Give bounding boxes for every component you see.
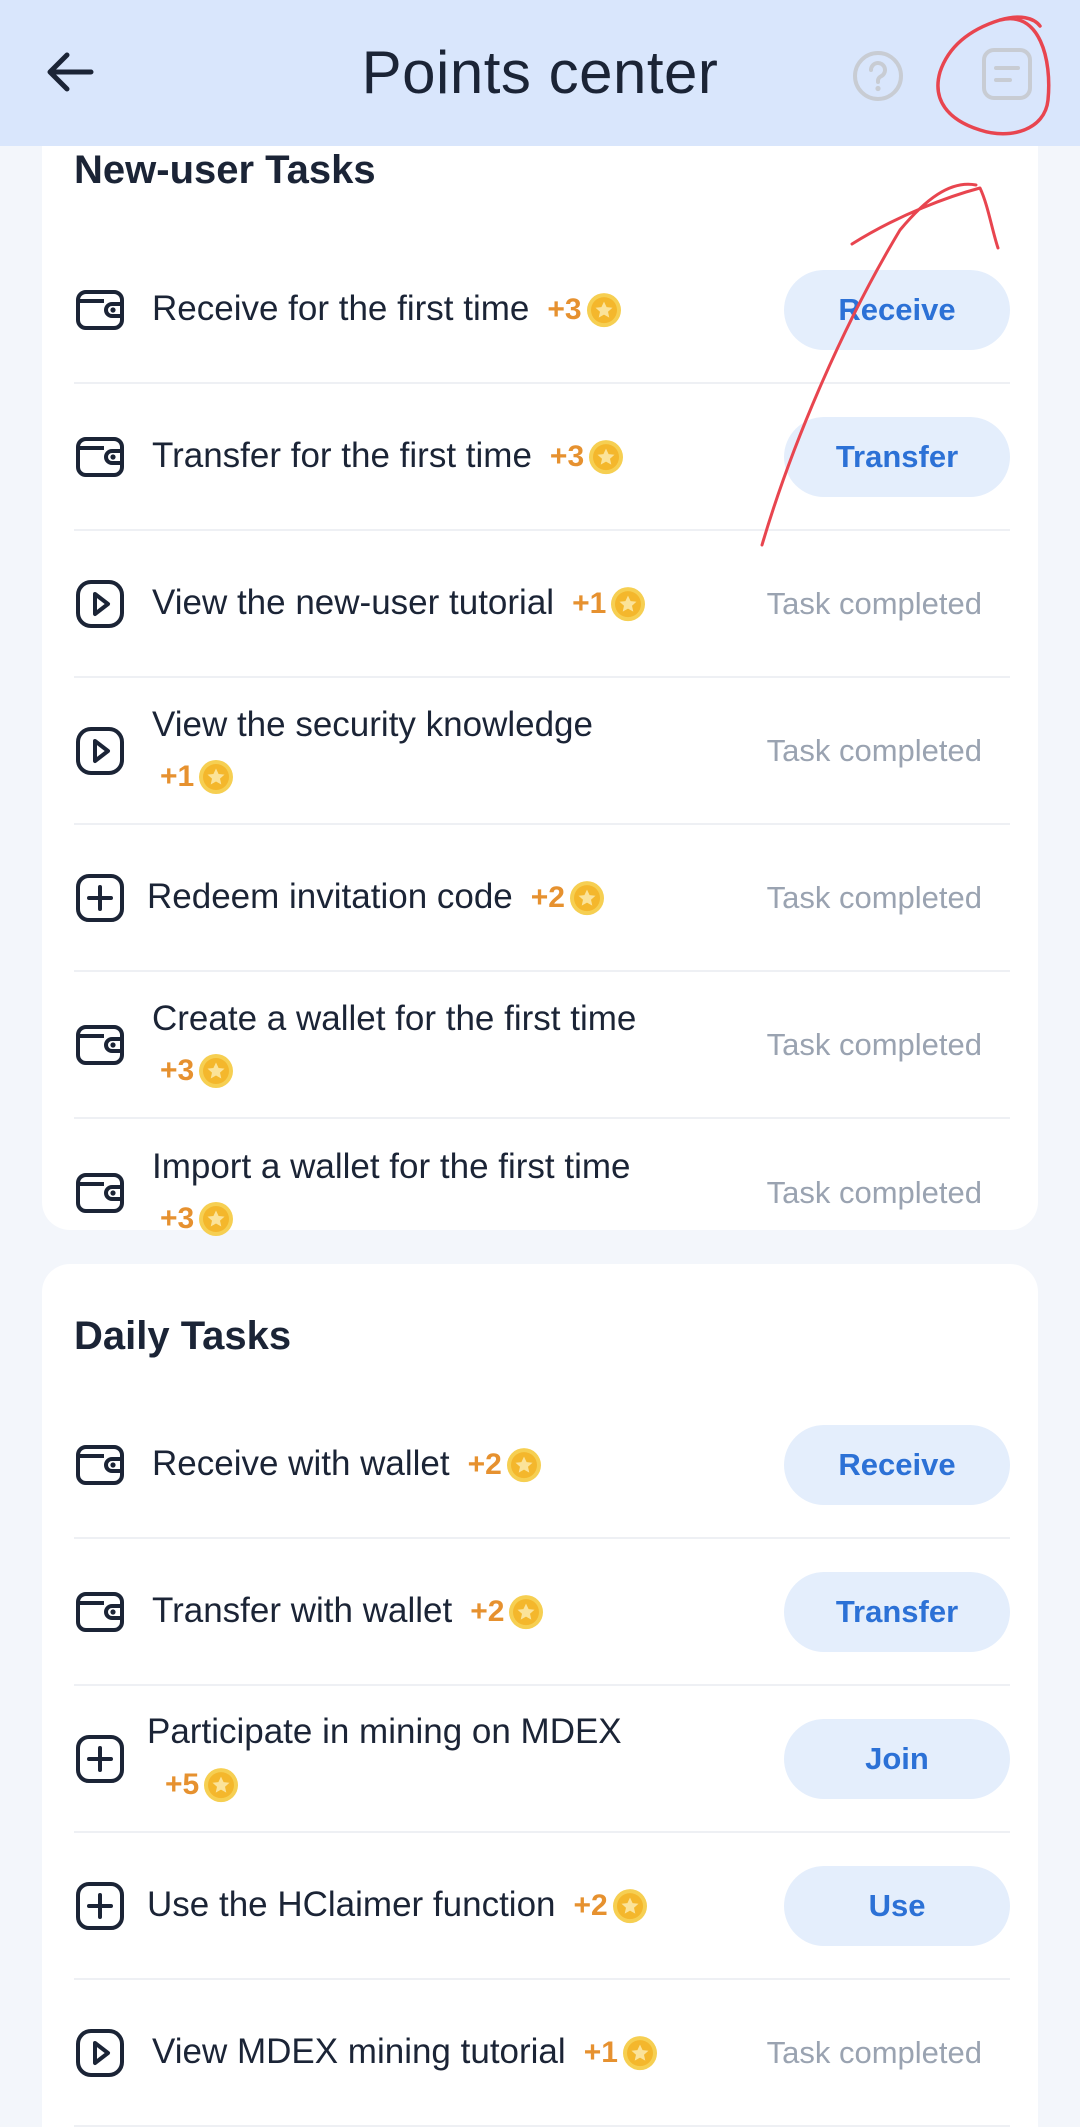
records-icon (982, 48, 1032, 100)
coin-star-icon (203, 1767, 239, 1803)
coin-star-icon (198, 759, 234, 795)
wallet-icon (74, 1167, 126, 1219)
points-badge: +1 (572, 578, 646, 630)
join-button[interactable]: Join (784, 1718, 1010, 1799)
wallet-icon (74, 1586, 126, 1638)
task-label: Participate in mining on MDEX +5 (147, 1706, 707, 1812)
task-row-receive-first: Receive for the first time +3 Receive (74, 237, 1010, 384)
coin-star-icon (586, 292, 622, 328)
daily-tasks-card: Daily Tasks Receive with wallet +2 Receiv… (42, 1264, 1038, 2127)
task-row-transfer-first: Transfer for the first time +3 Transfer (74, 384, 1010, 531)
task-label: Receive for the first time +3 (152, 283, 712, 337)
play-icon (74, 578, 126, 630)
task-row-receive-wallet: Receive with wallet +2 Receive (74, 1392, 1010, 1539)
task-row-redeem-invitation: Redeem invitation code +2 Task completed (74, 825, 1010, 972)
task-row-mdex-mining: Participate in mining on MDEX +5 Join (74, 1686, 1010, 1833)
new-user-tasks-card: New-user Tasks Receive for the first tim… (42, 110, 1038, 1230)
points-badge: +2 (468, 1439, 542, 1491)
receive-button[interactable]: Receive (784, 269, 1010, 350)
points-badge: +2 (574, 1880, 648, 1932)
plus-icon (74, 1733, 126, 1785)
app-header: Points center (0, 0, 1080, 146)
task-completed-status: Task completed (766, 585, 982, 621)
section-title-new-user: New-user Tasks (74, 148, 376, 192)
task-label: Use the HClaimer function +2 (147, 1879, 707, 1933)
play-icon (74, 2027, 126, 2079)
points-badge: +1 (160, 751, 234, 803)
help-icon (853, 51, 903, 101)
help-button[interactable] (852, 50, 904, 102)
transfer-button[interactable]: Transfer (784, 1571, 1010, 1652)
task-label: Transfer for the first time +3 (152, 430, 712, 484)
coin-star-icon (506, 1447, 542, 1483)
task-label: View MDEX mining tutorial +1 (152, 2026, 712, 2080)
receive-button[interactable]: Receive (784, 1424, 1010, 1505)
wallet-icon (74, 1439, 126, 1491)
coin-star-icon (569, 880, 605, 916)
wallet-icon (74, 431, 126, 483)
points-badge: +1 (584, 2027, 658, 2079)
coin-star-icon (588, 439, 624, 475)
task-row-new-user-tutorial: View the new-user tutorial +1 Task comple… (74, 531, 1010, 678)
coin-star-icon (508, 1594, 544, 1630)
points-badge: +3 (550, 431, 624, 483)
task-completed-status: Task completed (766, 2034, 982, 2070)
records-button[interactable] (980, 46, 1034, 102)
task-row-transfer-wallet: Transfer with wallet +2 Transfer (74, 1539, 1010, 1686)
play-icon (74, 725, 126, 777)
page-title: Points center (361, 39, 719, 106)
points-badge: +3 (160, 1045, 234, 1097)
task-label: Import a wallet for the first time +3 (152, 1141, 712, 1245)
coin-star-icon (612, 1888, 648, 1924)
points-badge: +2 (470, 1586, 544, 1638)
section-title-daily: Daily Tasks (74, 1314, 292, 1358)
points-badge: +3 (160, 1193, 234, 1245)
task-label: View the security knowledge +1 (152, 699, 712, 803)
task-row-security-knowledge: View the security knowledge +1 Task compl… (74, 678, 1010, 825)
task-completed-status: Task completed (766, 1174, 982, 1210)
task-row-import-wallet: Import a wallet for the first time +3 Tas… (74, 1119, 1010, 1266)
task-label: View the new-user tutorial +1 (152, 577, 712, 631)
task-label: Transfer with wallet +2 (152, 1585, 712, 1639)
wallet-icon (74, 1019, 126, 1071)
coin-star-icon (610, 586, 646, 622)
coin-star-icon (198, 1053, 234, 1089)
task-label: Redeem invitation code +2 (147, 871, 707, 925)
wallet-icon (74, 284, 126, 336)
task-row-hclaimer: Use the HClaimer function +2 Use (74, 1833, 1010, 1980)
task-completed-status: Task completed (766, 879, 982, 915)
points-badge: +3 (547, 284, 621, 336)
plus-icon (74, 1880, 126, 1932)
use-button[interactable]: Use (784, 1865, 1010, 1946)
points-badge: +5 (165, 1759, 239, 1811)
coin-star-icon (198, 1201, 234, 1237)
task-row-mdex-tutorial: View MDEX mining tutorial +1 Task complet… (74, 1980, 1010, 2127)
task-completed-status: Task completed (766, 1026, 982, 1062)
task-label: Receive with wallet +2 (152, 1438, 712, 1492)
coin-star-icon (622, 2035, 658, 2071)
points-badge: +2 (531, 872, 605, 924)
plus-icon (74, 872, 126, 924)
transfer-button[interactable]: Transfer (784, 416, 1010, 497)
task-completed-status: Task completed (766, 732, 982, 768)
task-label: Create a wallet for the first time +3 (152, 993, 712, 1097)
task-row-create-wallet: Create a wallet for the first time +3 Tas… (74, 972, 1010, 1119)
